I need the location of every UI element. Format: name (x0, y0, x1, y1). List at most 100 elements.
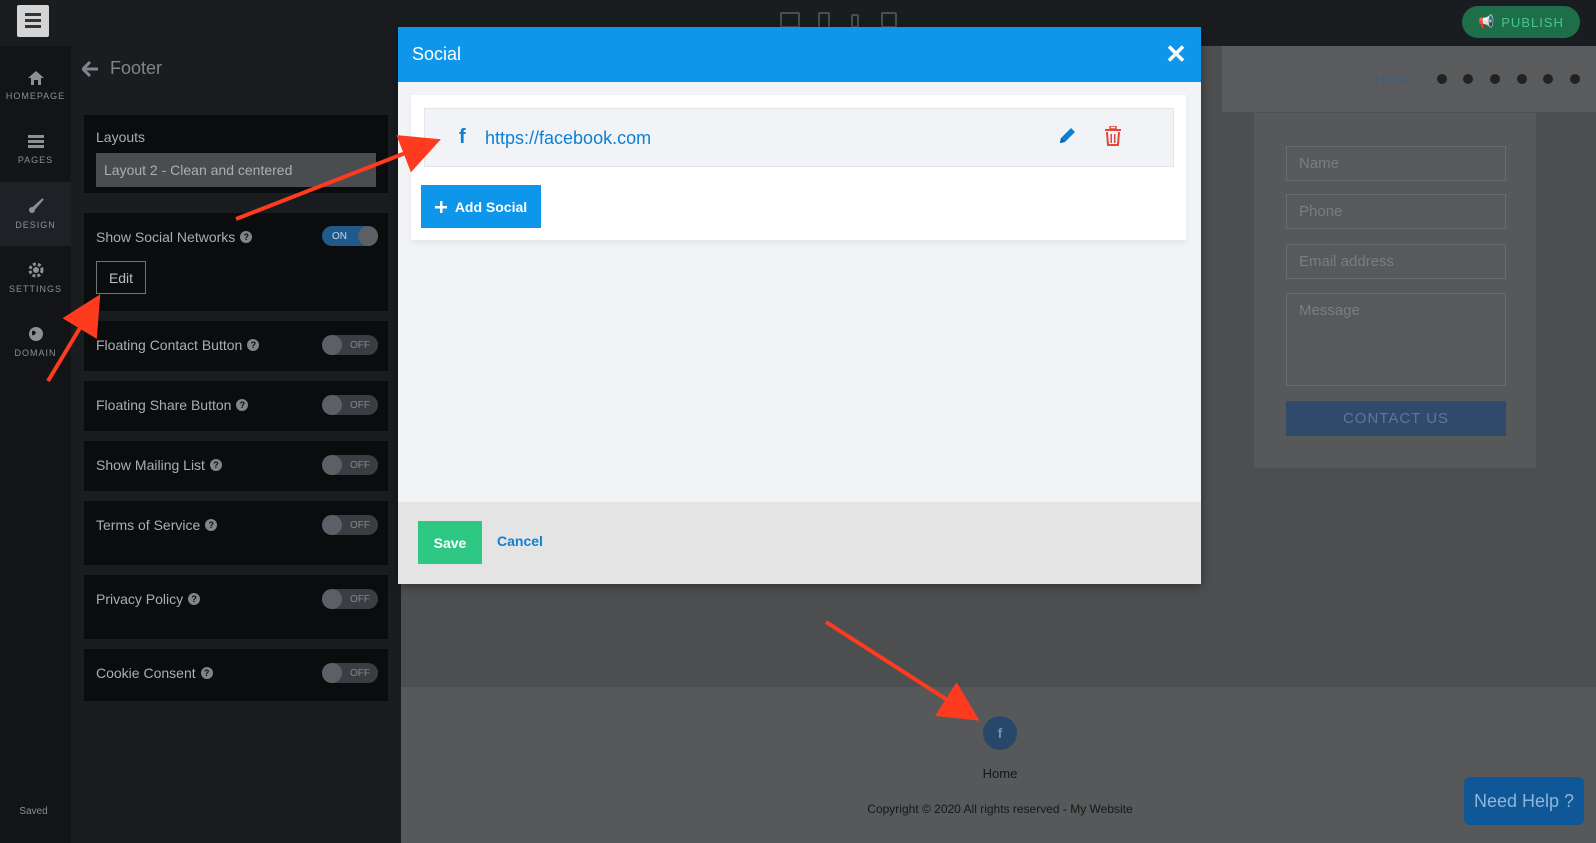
social-url[interactable]: https://facebook.com (485, 128, 651, 149)
save-status: Saved (19, 806, 48, 817)
social-list: f https://facebook.com Add Social (411, 95, 1186, 240)
toggle-knob (322, 335, 342, 355)
contact-us-button[interactable]: CONTACT US (1286, 401, 1506, 436)
copyright-text: Copyright © 2020 All rights reserved - M… (867, 802, 1133, 816)
email-field[interactable]: Email address (1286, 244, 1506, 279)
setting-label-text: Floating Share Button (96, 397, 232, 413)
setting-label-text: Privacy Policy (96, 591, 184, 607)
add-social-label: Add Social (454, 198, 528, 215)
rail-label: DOMAIN (14, 348, 57, 358)
modal-header: Social ✕ (398, 27, 1201, 82)
toggle-state: OFF (350, 667, 370, 679)
setting-label-text: Cookie Consent (96, 665, 196, 681)
toggle-state: OFF (350, 459, 370, 471)
toggle-state: ON (332, 230, 347, 242)
setting-card: Cookie Consent ? OFF (84, 649, 388, 701)
help-icon[interactable]: ? (240, 231, 253, 243)
rail-item-settings[interactable]: SETTINGS (0, 246, 71, 310)
rail-item-domain[interactable]: DOMAIN (0, 310, 71, 374)
setting-label-text: Floating Contact Button (96, 337, 243, 353)
toggle-knob (358, 226, 378, 246)
setting-label: Show Social Networks ? (96, 229, 253, 245)
name-field[interactable]: Name (1286, 146, 1506, 181)
modal-body: f https://facebook.com Add Social (398, 82, 1201, 502)
rail-item-pages[interactable]: PAGES (0, 118, 71, 182)
setting-label-text: Show Social Networks (96, 229, 236, 245)
setting-label: Floating Share Button ? (96, 397, 249, 413)
preview-nav-home[interactable]: HOME (1375, 72, 1418, 87)
back-arrow-icon[interactable] (82, 60, 98, 77)
floating-share-toggle[interactable]: OFF (322, 395, 378, 415)
help-icon[interactable]: ? (200, 667, 213, 679)
setting-card: Privacy Policy ? OFF (84, 575, 388, 639)
megaphone-icon: 📢 (1478, 14, 1496, 29)
globe-icon[interactable] (1437, 74, 1447, 84)
toggle-state: OFF (350, 519, 370, 531)
footer-facebook-icon[interactable]: f (983, 716, 1017, 750)
mail-icon[interactable] (1517, 74, 1527, 84)
open-external-icon[interactable] (881, 12, 897, 28)
toggle-state: OFF (350, 593, 370, 605)
brush-icon (28, 198, 44, 213)
mailing-list-toggle[interactable]: OFF (322, 455, 378, 475)
panel-title: Footer (110, 58, 163, 78)
setting-label: Cookie Consent ? (96, 665, 213, 681)
help-icon[interactable]: ? (188, 593, 201, 605)
trash-icon[interactable] (1104, 126, 1122, 146)
publish-button[interactable]: 📢 PUBLISH (1462, 6, 1580, 38)
menu-logo-icon[interactable] (17, 5, 49, 37)
rail-item-design[interactable]: DESIGN (0, 182, 71, 246)
share-icon[interactable] (1490, 74, 1500, 84)
cancel-button[interactable]: Cancel (497, 533, 543, 549)
setting-label-text: Show Mailing List (96, 457, 205, 473)
footer-home-link[interactable]: Home (960, 766, 1040, 781)
setting-card: Show Mailing List ? OFF (84, 441, 388, 491)
phone-icon[interactable] (1543, 74, 1553, 84)
pencil-icon[interactable] (1057, 126, 1077, 146)
mobile-view-icon[interactable] (851, 14, 859, 28)
layouts-label: Layouts (96, 129, 146, 145)
floating-contact-toggle[interactable]: OFF (322, 335, 378, 355)
cookie-toggle[interactable]: OFF (322, 663, 378, 683)
setting-label: Floating Contact Button ? (96, 337, 260, 353)
add-social-button[interactable]: Add Social (421, 185, 541, 228)
setting-label: Privacy Policy ? (96, 591, 201, 607)
help-icon[interactable]: ? (209, 459, 222, 471)
setting-card: Terms of Service ? OFF (84, 501, 388, 565)
rail-item-homepage[interactable]: HOMEPAGE (0, 54, 71, 118)
rail-label: SETTINGS (8, 284, 62, 294)
setting-card: Floating Share Button ? OFF (84, 381, 388, 431)
terms-toggle[interactable]: OFF (322, 515, 378, 535)
globe-icon (28, 327, 43, 341)
save-button[interactable]: Save (418, 521, 482, 564)
social-list-item: f https://facebook.com (424, 108, 1174, 167)
toggle-knob (322, 395, 342, 415)
need-help-button[interactable]: Need Help ? (1464, 777, 1584, 825)
privacy-toggle[interactable]: OFF (322, 589, 378, 609)
phone-field[interactable]: Phone (1286, 194, 1506, 229)
help-icon[interactable]: ? (247, 339, 260, 351)
toggle-knob (322, 455, 342, 475)
rail-label: DESIGN (15, 220, 56, 230)
social-networks-toggle[interactable]: ON (322, 226, 378, 246)
toggle-knob (322, 663, 342, 683)
home-icon (27, 71, 44, 85)
help-icon[interactable]: ? (205, 519, 218, 531)
publish-label: PUBLISH (1501, 14, 1564, 30)
edit-social-button[interactable]: Edit (96, 261, 146, 294)
help-icon[interactable]: ? (236, 399, 249, 411)
close-icon[interactable]: ✕ (1163, 41, 1189, 67)
rail-label: HOMEPAGE (5, 91, 66, 101)
desktop-view-icon[interactable] (780, 12, 800, 28)
message-field[interactable]: Message (1286, 293, 1506, 386)
facebook-icon: f (459, 126, 466, 148)
layout-select[interactable]: Layout 2 - Clean and centered (96, 153, 376, 187)
left-nav-rail: HOMEPAGE PAGES DESIGN SETTINGS DOMAIN (0, 46, 71, 843)
toggle-state: OFF (350, 399, 370, 411)
user-icon[interactable] (1570, 74, 1580, 84)
toggle-state: OFF (350, 339, 370, 351)
plus-icon (434, 200, 447, 213)
location-icon[interactable] (1463, 74, 1473, 84)
gear-icon (28, 262, 43, 278)
social-modal: Social ✕ f https://facebook.com Add Soci… (398, 27, 1201, 584)
